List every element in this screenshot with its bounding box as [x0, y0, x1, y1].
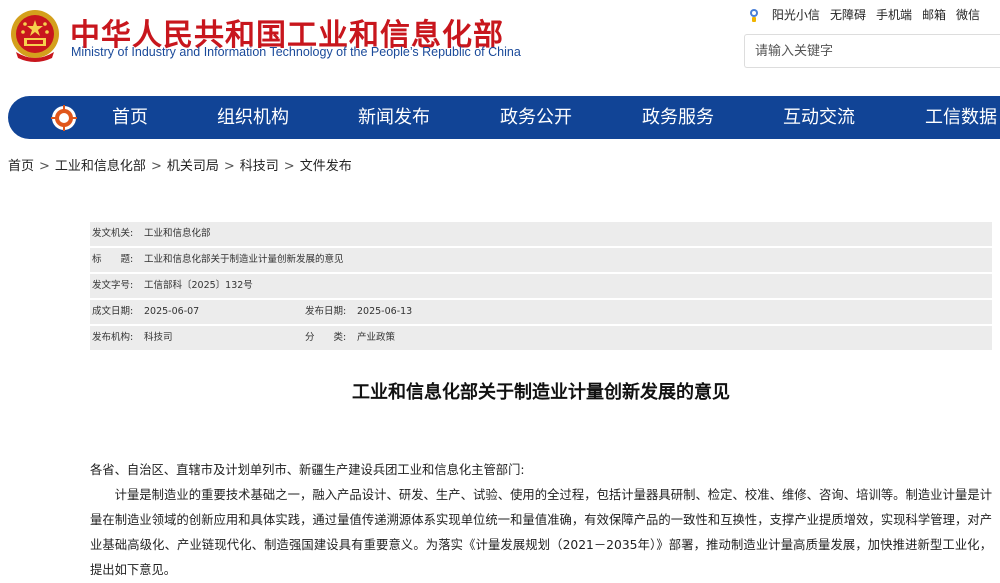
top-link-sunshine[interactable]: 阳光小信 — [772, 6, 820, 23]
site-header: 中华人民共和国工业和信息化部 Ministry of Industry and … — [0, 0, 1000, 96]
info-row-title: 标 题: 工业和信息化部关于制造业计量创新发展的意见 — [90, 248, 992, 272]
publish-date-value: 2025-06-13 — [357, 306, 413, 317]
breadcrumb-separator: > — [150, 159, 162, 174]
sunshine-mascot-icon — [749, 8, 758, 22]
breadcrumb-documents[interactable]: 文件发布 — [300, 159, 352, 174]
nav-item-data[interactable]: 工信数据 — [925, 96, 997, 139]
nav-item-services[interactable]: 政务服务 — [642, 96, 714, 139]
breadcrumb: 首页 > 工业和信息化部 > 机关司局 > 科技司 > 文件发布 — [8, 155, 352, 174]
breadcrumb-departments[interactable]: 机关司局 — [167, 159, 219, 174]
article-paragraph: 计量是制造业的重要技术基础之一，融入产品设计、研发、生产、试验、使用的全过程，包… — [90, 488, 992, 577]
site-subtitle: Ministry of Industry and Information Tec… — [71, 45, 521, 59]
document-info-table: 发文机关: 工业和信息化部 标 题: 工业和信息化部关于制造业计量创新发展的意见… — [90, 222, 992, 352]
breadcrumb-separator: > — [39, 159, 50, 174]
search-input[interactable] — [744, 34, 1000, 68]
top-link-wechat[interactable]: 微信 — [956, 6, 980, 23]
category-value: 产业政策 — [357, 332, 396, 343]
top-link-accessibility[interactable]: 无障碍 — [830, 6, 866, 23]
publish-date-label: 发布日期: — [305, 306, 347, 317]
issuer-label: 发文机关: — [92, 228, 134, 239]
info-row-org: 发布机构: 科技司 分 类: 产业政策 — [90, 326, 992, 350]
nav-item-organization[interactable]: 组织机构 — [217, 96, 289, 139]
national-emblem-icon[interactable] — [8, 8, 62, 64]
category-label: 分 类: — [305, 332, 347, 343]
breadcrumb-home[interactable]: 首页 — [8, 159, 34, 174]
article-addressee: 各省、自治区、直辖市及计划单列市、新疆生产建设兵团工业和信息化主管部门: — [90, 463, 525, 477]
info-row-doc-number: 发文字号: 工信部科〔2025〕132号 — [90, 274, 992, 298]
top-links: 阳光小信 无障碍 手机端 邮箱 微信 — [746, 6, 980, 23]
main-nav: 首页 组织机构 新闻发布 政务公开 政务服务 互动交流 工信数据 — [8, 96, 1000, 139]
nav-logo-icon[interactable] — [50, 104, 78, 132]
title-value: 工业和信息化部关于制造业计量创新发展的意见 — [144, 254, 344, 265]
top-link-mail[interactable]: 邮箱 — [922, 6, 946, 23]
nav-item-interaction[interactable]: 互动交流 — [783, 96, 855, 139]
nav-item-government-affairs[interactable]: 政务公开 — [500, 96, 572, 139]
doc-number-label: 发文字号: — [92, 280, 134, 291]
org-label: 发布机构: — [92, 332, 134, 343]
issuer-value: 工业和信息化部 — [144, 228, 211, 239]
article-title: 工业和信息化部关于制造业计量创新发展的意见 — [352, 382, 730, 403]
doc-number-value: 工信部科〔2025〕132号 — [144, 280, 253, 291]
org-value: 科技司 — [144, 332, 173, 343]
nav-item-news[interactable]: 新闻发布 — [358, 96, 430, 139]
date-value: 2025-06-07 — [144, 306, 200, 317]
date-label: 成文日期: — [92, 306, 134, 317]
breadcrumb-separator: > — [283, 159, 295, 174]
breadcrumb-ministry[interactable]: 工业和信息化部 — [55, 159, 146, 174]
article-body: 各省、自治区、直辖市及计划单列市、新疆生产建设兵团工业和信息化主管部门: 计量是… — [90, 458, 992, 583]
top-link-mobile[interactable]: 手机端 — [876, 6, 912, 23]
breadcrumb-science-tech[interactable]: 科技司 — [240, 159, 279, 174]
breadcrumb-separator: > — [223, 159, 235, 174]
title-label: 标 题: — [92, 254, 134, 265]
info-row-issuer: 发文机关: 工业和信息化部 — [90, 222, 992, 246]
nav-item-home[interactable]: 首页 — [112, 96, 148, 139]
info-row-dates: 成文日期: 2025-06-07 发布日期: 2025-06-13 — [90, 300, 992, 324]
